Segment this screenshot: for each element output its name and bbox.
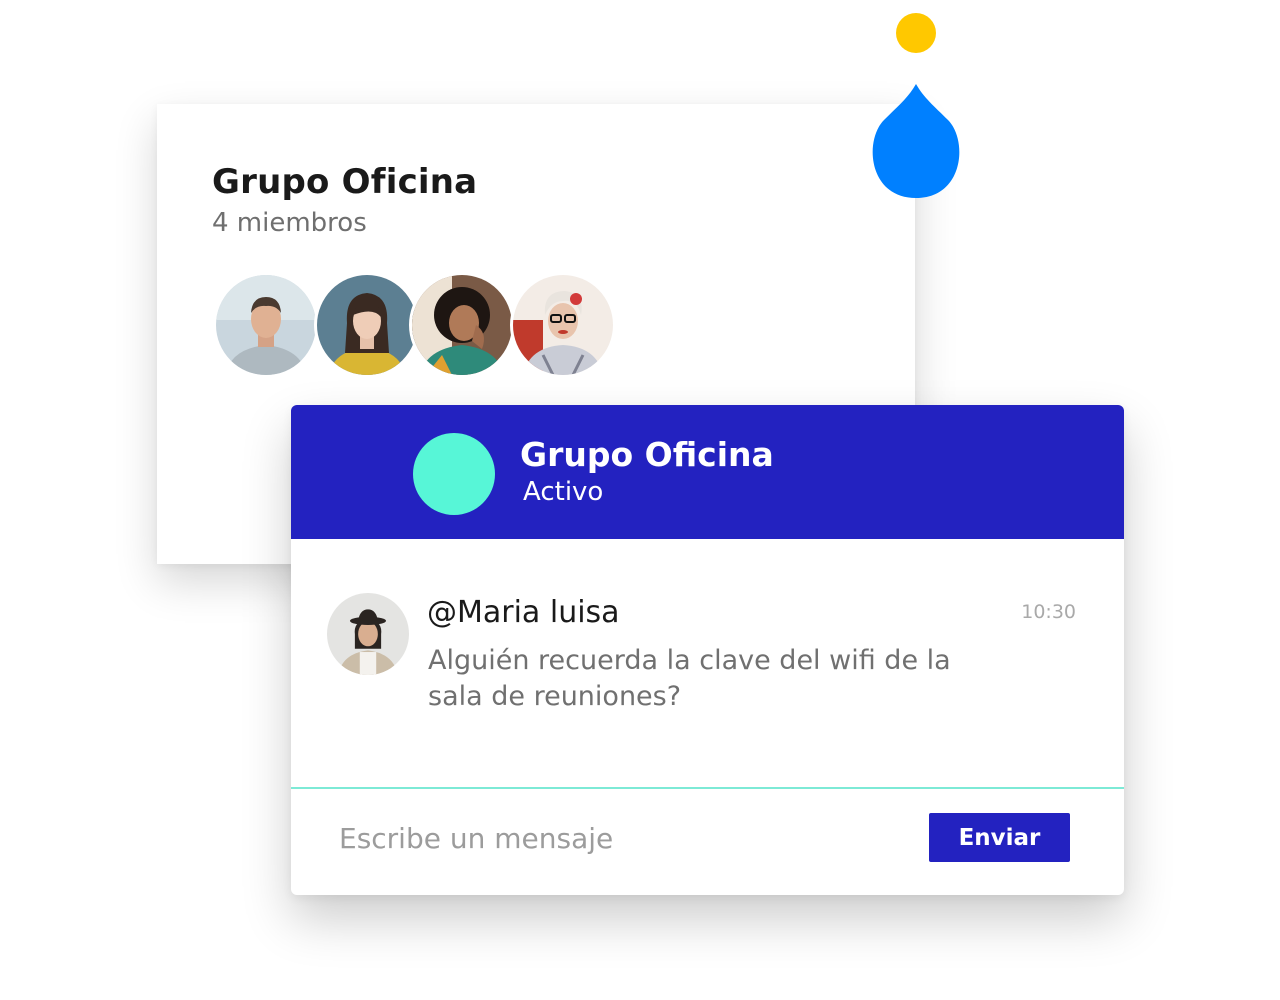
chat-status: Activo (523, 477, 604, 507)
send-button[interactable]: Enviar (929, 813, 1070, 862)
group-title: Grupo Oficina (212, 162, 478, 202)
message-text: Alguién recuerda la clave del wifi de la… (428, 645, 951, 712)
woman-curly-hair-portrait-icon (412, 275, 512, 375)
chat-header: Grupo Oficina Activo (291, 405, 1124, 539)
woman-yellow-shirt-portrait-icon (317, 275, 417, 375)
message-input[interactable] (339, 815, 899, 861)
decorative-drop-icon (872, 84, 960, 198)
member-avatar-4[interactable] (510, 272, 616, 378)
member-avatar-3[interactable] (409, 272, 515, 378)
stage: Grupo Oficina 4 miembros Grupo Oficina A… (0, 0, 1280, 1000)
member-avatar-group (213, 272, 633, 380)
chat-title: Grupo Oficina (520, 435, 774, 474)
woman-hat-portrait-icon (327, 593, 409, 675)
chat-window: Grupo Oficina Activo @Maria luisa 10:30 … (291, 405, 1124, 895)
composer-divider (291, 787, 1124, 789)
man-portrait-icon (216, 275, 316, 375)
elderly-woman-glasses-portrait-icon (513, 275, 613, 375)
message-author-avatar[interactable] (327, 593, 409, 675)
message-author[interactable]: @Maria luisa (427, 595, 620, 630)
member-avatar-2[interactable] (314, 272, 420, 378)
group-avatar[interactable] (413, 433, 495, 515)
member-avatar-1[interactable] (213, 272, 319, 378)
message-timestamp: 10:30 (1021, 601, 1076, 623)
decorative-yellow-dot (896, 13, 936, 53)
group-member-count: 4 miembros (212, 208, 367, 238)
